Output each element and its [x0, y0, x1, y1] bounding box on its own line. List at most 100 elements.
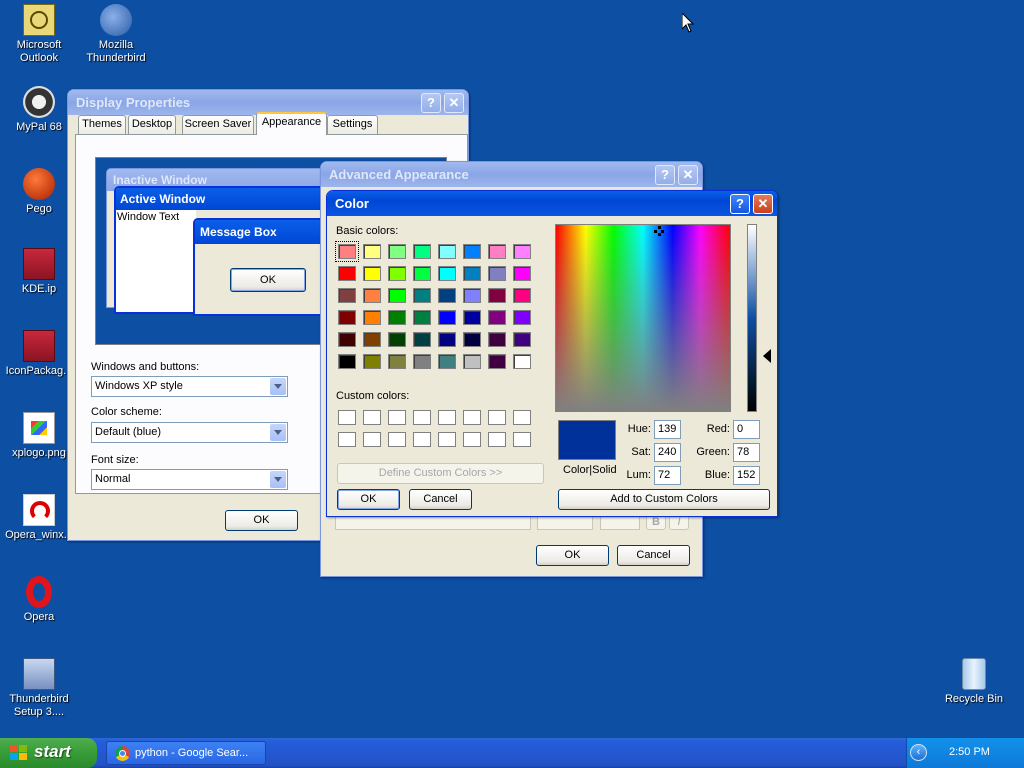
basic-color-swatch[interactable] — [413, 310, 431, 325]
basic-color-swatch[interactable] — [338, 266, 356, 281]
help-button[interactable]: ? — [655, 165, 675, 185]
windows-buttons-dropdown[interactable]: Windows XP style — [91, 376, 288, 397]
luminosity-slider[interactable] — [747, 224, 757, 412]
basic-color-swatch[interactable] — [488, 288, 506, 303]
color-dialog-titlebar[interactable]: Color ? ✕ — [327, 191, 777, 216]
basic-color-swatch[interactable] — [363, 266, 381, 281]
basic-color-swatch[interactable] — [388, 266, 406, 281]
close-button[interactable]: ✕ — [678, 165, 698, 185]
basic-color-swatch[interactable] — [388, 310, 406, 325]
tab-themes[interactable]: Themes — [78, 115, 126, 134]
desktop-icon-recycle-bin[interactable]: Recycle Bin — [935, 658, 1013, 706]
basic-color-swatch[interactable] — [488, 244, 506, 259]
font-size-dropdown[interactable]: Normal — [91, 469, 288, 490]
help-button[interactable]: ? — [730, 194, 750, 214]
basic-color-swatch[interactable] — [513, 354, 531, 369]
custom-color-swatch[interactable] — [438, 410, 456, 425]
blue-input[interactable]: 152 — [733, 466, 760, 485]
basic-color-swatch[interactable] — [413, 244, 431, 259]
desktop-icon-outlook[interactable]: Microsoft Outlook — [0, 4, 78, 65]
basic-color-swatch[interactable] — [488, 332, 506, 347]
tab-appearance[interactable]: Appearance — [256, 112, 327, 135]
display-ok-button[interactable]: OK — [225, 510, 298, 531]
basic-color-swatch[interactable] — [413, 332, 431, 347]
custom-color-swatch[interactable] — [388, 410, 406, 425]
basic-color-swatch[interactable] — [513, 288, 531, 303]
red-input[interactable]: 0 — [733, 420, 760, 439]
basic-color-swatch[interactable] — [488, 310, 506, 325]
tab-screen-saver[interactable]: Screen Saver — [182, 115, 254, 134]
basic-color-swatch[interactable] — [488, 266, 506, 281]
color-scheme-dropdown[interactable]: Default (blue) — [91, 422, 288, 443]
basic-color-swatch[interactable] — [463, 288, 481, 303]
chevron-down-icon[interactable] — [270, 471, 286, 488]
color-spectrum[interactable] — [555, 224, 731, 412]
basic-color-swatch[interactable] — [463, 244, 481, 259]
basic-color-swatch[interactable] — [438, 288, 456, 303]
advanced-appearance-titlebar[interactable]: Advanced Appearance ? ✕ — [321, 162, 702, 187]
basic-color-swatch[interactable] — [388, 288, 406, 303]
desktop-icon-thunderbird-setup[interactable]: Thunderbird Setup 3.... — [0, 658, 78, 719]
advanced-ok-button[interactable]: OK — [536, 545, 609, 566]
hue-input[interactable]: 139 — [654, 420, 681, 439]
basic-color-swatch[interactable] — [463, 354, 481, 369]
chevron-down-icon[interactable] — [270, 378, 286, 395]
basic-color-swatch[interactable] — [363, 244, 381, 259]
basic-color-swatch[interactable] — [388, 332, 406, 347]
help-button[interactable]: ? — [421, 93, 441, 113]
tab-settings[interactable]: Settings — [327, 115, 378, 134]
basic-color-swatch[interactable] — [463, 310, 481, 325]
start-button[interactable]: start — [0, 738, 97, 768]
add-to-custom-colors-button[interactable]: Add to Custom Colors — [558, 489, 770, 510]
tab-desktop[interactable]: Desktop — [128, 115, 176, 134]
basic-color-swatch[interactable] — [513, 332, 531, 347]
show-hidden-icons-icon[interactable]: ‹ — [910, 744, 927, 761]
green-input[interactable]: 78 — [733, 443, 760, 462]
sat-input[interactable]: 240 — [654, 443, 681, 462]
basic-color-swatch[interactable] — [335, 241, 359, 262]
basic-color-swatch[interactable] — [413, 288, 431, 303]
basic-color-swatch[interactable] — [513, 310, 531, 325]
basic-color-swatch[interactable] — [413, 266, 431, 281]
custom-color-swatch[interactable] — [413, 432, 431, 447]
basic-color-swatch[interactable] — [338, 310, 356, 325]
custom-color-swatch[interactable] — [438, 432, 456, 447]
basic-color-swatch[interactable] — [488, 354, 506, 369]
close-button[interactable]: ✕ — [753, 194, 773, 214]
custom-color-swatch[interactable] — [388, 432, 406, 447]
basic-color-swatch[interactable] — [388, 244, 406, 259]
custom-color-swatch[interactable] — [338, 432, 356, 447]
basic-color-swatch[interactable] — [463, 266, 481, 281]
custom-color-swatch[interactable] — [463, 432, 481, 447]
basic-color-swatch[interactable] — [363, 332, 381, 347]
advanced-cancel-button[interactable]: Cancel — [617, 545, 690, 566]
basic-color-swatch[interactable] — [338, 354, 356, 369]
basic-color-swatch[interactable] — [438, 266, 456, 281]
slider-arrow-icon[interactable] — [763, 349, 771, 363]
custom-color-swatch[interactable] — [488, 410, 506, 425]
basic-color-swatch[interactable] — [438, 354, 456, 369]
custom-color-swatch[interactable] — [363, 410, 381, 425]
desktop-icon-thunderbird[interactable]: Mozilla Thunderbird — [77, 4, 155, 65]
close-button[interactable]: ✕ — [444, 93, 464, 113]
custom-color-swatch[interactable] — [413, 410, 431, 425]
taskbar-item-chrome[interactable]: python - Google Sear... — [106, 741, 266, 765]
basic-color-swatch[interactable] — [438, 332, 456, 347]
basic-color-swatch[interactable] — [438, 244, 456, 259]
basic-color-swatch[interactable] — [513, 244, 531, 259]
basic-color-swatch[interactable] — [388, 354, 406, 369]
basic-color-swatch[interactable] — [463, 332, 481, 347]
basic-color-swatch[interactable] — [338, 288, 356, 303]
basic-color-swatch[interactable] — [338, 332, 356, 347]
custom-color-swatch[interactable] — [513, 410, 531, 425]
chevron-down-icon[interactable] — [270, 424, 286, 441]
basic-color-swatch[interactable] — [413, 354, 431, 369]
basic-color-swatch[interactable] — [363, 288, 381, 303]
basic-color-swatch[interactable] — [513, 266, 531, 281]
color-ok-button[interactable]: OK — [337, 489, 400, 510]
desktop-icon-opera[interactable]: Opera — [0, 576, 78, 624]
custom-color-swatch[interactable] — [338, 410, 356, 425]
basic-color-swatch[interactable] — [363, 354, 381, 369]
basic-color-swatch[interactable] — [363, 310, 381, 325]
lum-input[interactable]: 72 — [654, 466, 681, 485]
